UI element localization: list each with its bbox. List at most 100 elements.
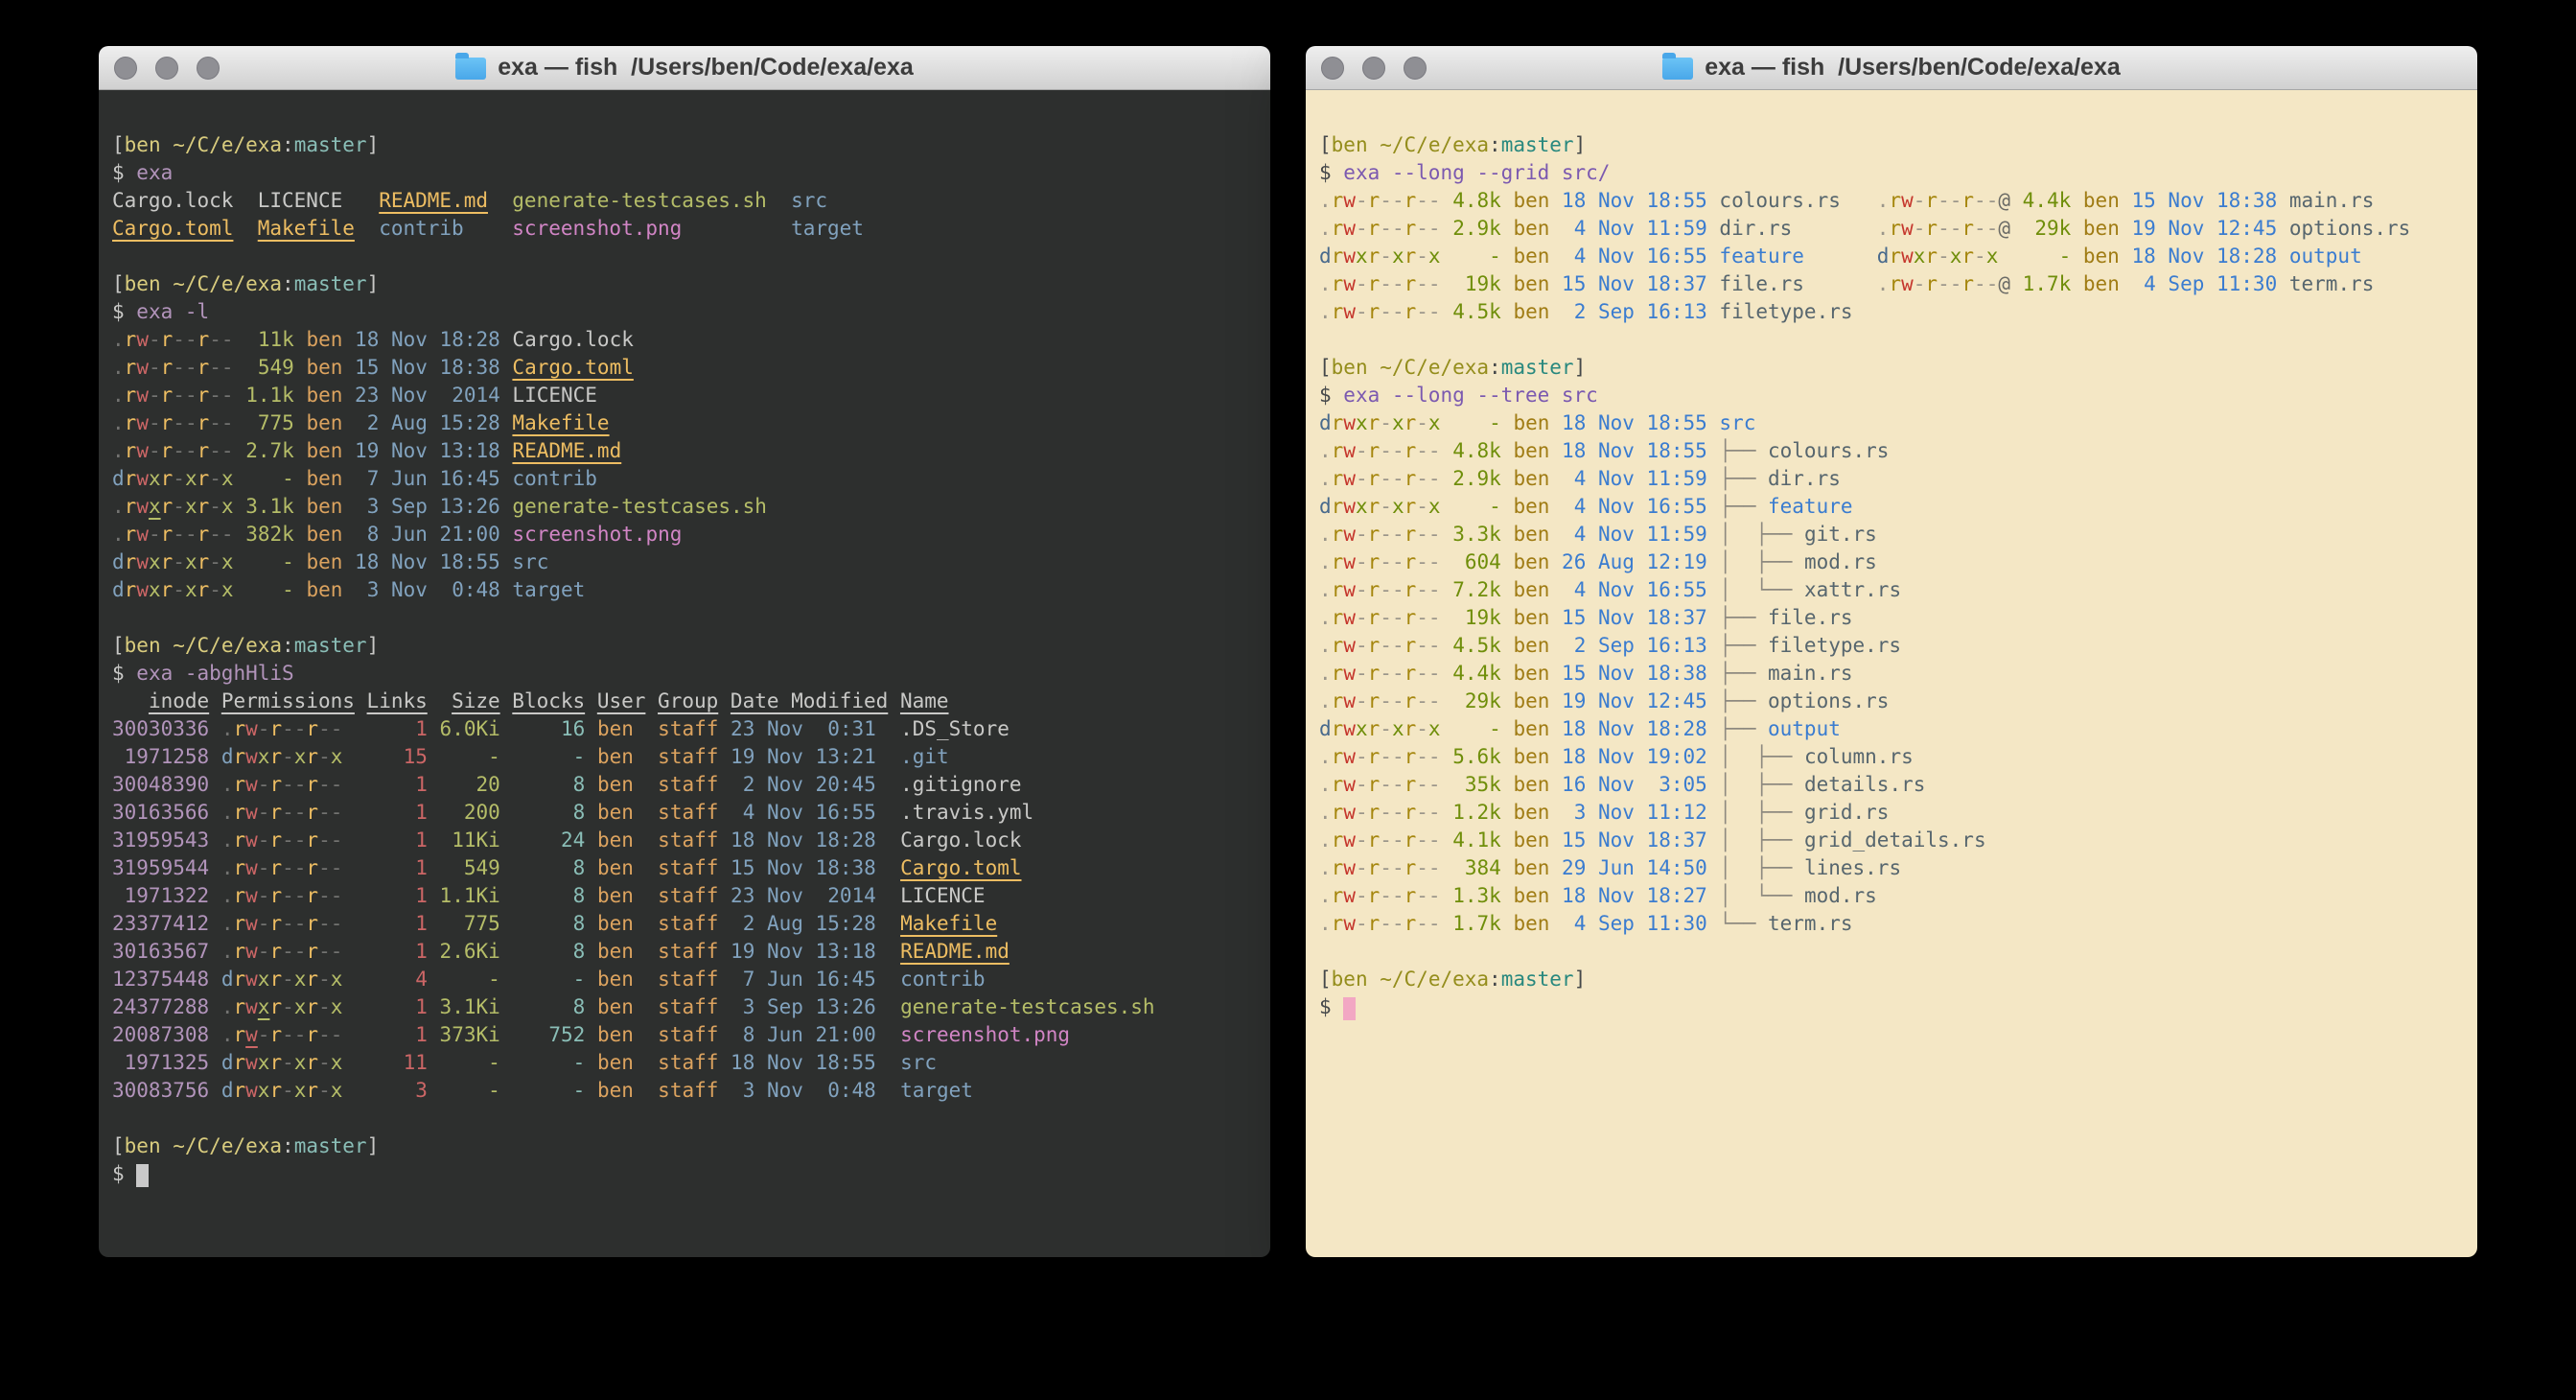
text-segment (1501, 689, 1514, 712)
permission-char: r (233, 995, 245, 1018)
permission-char: - (282, 717, 294, 740)
zoom-button-icon[interactable] (197, 57, 220, 80)
text-segment (294, 328, 307, 351)
permission-char: w (1343, 662, 1356, 685)
permission-char: r (233, 968, 245, 991)
permission-char: . (221, 912, 234, 935)
permission-char: x (294, 745, 307, 768)
text-segment (1549, 217, 1562, 240)
terminal-line: .rw-r--r-- 1.1k ben 23 Nov 2014 LICENCE (112, 382, 1270, 409)
text-segment (488, 189, 512, 212)
text-segment: staff (658, 995, 718, 1018)
text-segment: 8 (512, 940, 585, 963)
text-segment: ben (125, 272, 161, 295)
window-title: exa — fish /Users/ben/Code/exa/exa (1705, 54, 2121, 82)
permission-char: - (1356, 578, 1368, 601)
zoom-button-icon[interactable] (1404, 57, 1427, 80)
permission-char: d (1877, 245, 1890, 268)
permission-char: r (125, 523, 137, 546)
permission-char: - (318, 1023, 331, 1046)
permission-char: - (258, 801, 270, 824)
text-segment: 752 (512, 1023, 585, 1046)
text-segment: ben (1513, 245, 1549, 268)
text-segment: 23377412 (112, 912, 209, 935)
terminal-line: .rw-r--r-- 4.5k ben 2 Sep 16:13 filetype… (1319, 298, 2477, 326)
permission-char: r (1332, 217, 1344, 240)
terminal-line: $ exa -l (112, 298, 1270, 326)
text-segment: Links (367, 689, 428, 712)
permission-char: - (294, 828, 307, 852)
text-segment: xattr.rs (1804, 578, 1901, 601)
text-segment (1441, 411, 1453, 434)
text-segment: 24377288 (112, 995, 209, 1018)
permission-char: d (112, 467, 125, 490)
text-segment (112, 606, 125, 629)
text-segment (718, 828, 731, 852)
text-segment: ben (1513, 523, 1549, 546)
text-segment: ben (306, 495, 342, 518)
text-segment: 15 Nov 18:38 (355, 356, 500, 379)
permission-char: - (173, 384, 185, 407)
terminal-content[interactable]: [ben ~/C/e/exa:master]$ exa --long --gri… (1306, 90, 2477, 1257)
permission-char: - (1356, 300, 1368, 323)
text-segment: 19k (1452, 272, 1501, 295)
minimize-button-icon[interactable] (155, 57, 178, 80)
text-segment (1707, 217, 1720, 240)
text-segment: 4.4k (2023, 189, 2072, 212)
permission-char: x (149, 578, 161, 601)
text-segment: LICENCE (900, 884, 986, 907)
text-segment: 382k (245, 523, 294, 546)
text-segment: feature (1719, 245, 1804, 268)
close-button-icon[interactable] (114, 57, 137, 80)
text-segment (233, 189, 257, 212)
text-segment: ben (1513, 717, 1549, 740)
text-segment: ben (1513, 745, 1549, 768)
permission-char: w (1343, 439, 1356, 462)
permission-char: w (1343, 801, 1356, 824)
close-button-icon[interactable] (1321, 57, 1344, 80)
terminal-line (1319, 104, 2477, 131)
text-segment (718, 717, 731, 740)
text-segment (1707, 523, 1720, 546)
permission-char: - (1416, 801, 1428, 824)
terminal-line: 31959543 .rw-r--r-- 1 11Ki 24 ben staff … (112, 827, 1270, 854)
text-segment (1501, 217, 1514, 240)
permission-char: r (233, 828, 245, 852)
text-segment: 18 Nov 18:55 (1562, 189, 1707, 212)
text-segment: dir.rs (1719, 217, 1792, 240)
text-segment (876, 1023, 900, 1046)
permission-char: r (161, 523, 174, 546)
permission-char: - (1428, 467, 1441, 490)
text-segment (500, 773, 513, 796)
text-segment (1501, 495, 1514, 518)
terminal-content[interactable]: [ben ~/C/e/exa:master]$ exaCargo.lock LI… (99, 90, 1270, 1257)
text-segment (161, 272, 174, 295)
text-segment (428, 801, 440, 824)
permission-char: - (1416, 467, 1428, 490)
permission-char: - (318, 856, 331, 879)
permission-char: w (245, 1023, 258, 1046)
text-segment: LICENCE (258, 189, 343, 212)
permission-char: x (1356, 411, 1368, 434)
text-segment: 18 Nov 18:28 (731, 828, 876, 852)
text-segment (585, 995, 597, 1018)
text-segment (1501, 411, 1514, 434)
text-segment: 8 (512, 884, 585, 907)
text-segment (718, 995, 731, 1018)
permission-char: w (245, 1079, 258, 1102)
permission-char: - (318, 968, 331, 991)
text-segment: 2.9k (1452, 217, 1501, 240)
text-segment: $ (112, 161, 136, 184)
text-segment: exa (136, 161, 173, 184)
title-bar[interactable]: exa — fish /Users/ben/Code/exa/exa (99, 46, 1270, 90)
terminal-line: .rw-r--r-- 604 ben 26 Aug 12:19 │ ├── mo… (1319, 548, 2477, 576)
permission-char: - (294, 856, 307, 879)
permission-char: - (1392, 217, 1404, 240)
text-segment (342, 773, 366, 796)
permission-char: r (1404, 189, 1417, 212)
minimize-button-icon[interactable] (1362, 57, 1385, 80)
text-segment (342, 439, 355, 462)
text-segment: 4.5k (1452, 300, 1501, 323)
title-bar[interactable]: exa — fish /Users/ben/Code/exa/exa (1306, 46, 2477, 90)
text-segment: $ (112, 662, 136, 685)
